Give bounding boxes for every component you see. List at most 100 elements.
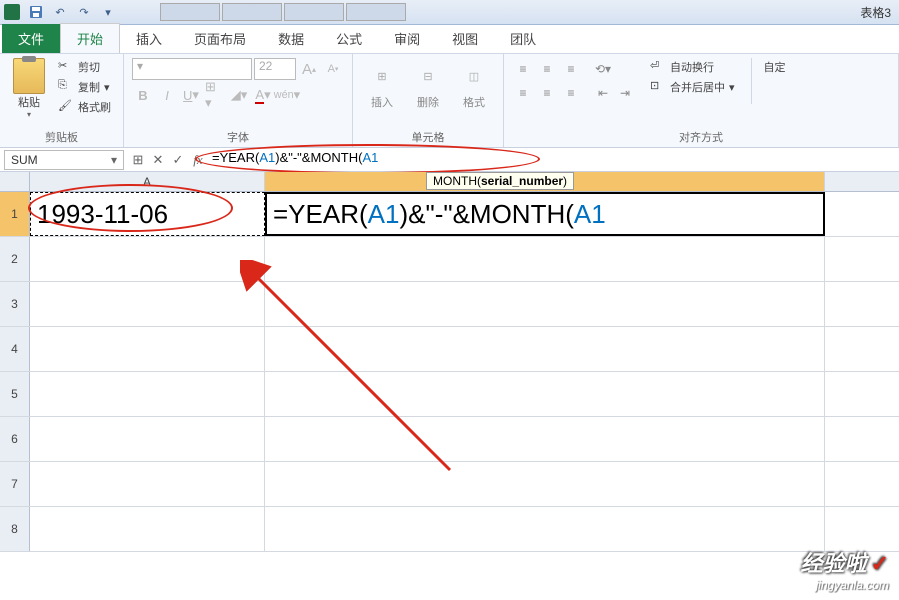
align-center-button[interactable]: ≡ <box>536 82 558 104</box>
align-bottom-button[interactable]: ≡ <box>560 58 582 80</box>
group-cells: ⊞ 插入 ⊟ 删除 ◫ 格式 单元格 <box>353 54 504 147</box>
window-tab[interactable] <box>160 3 220 21</box>
qat-undo-button[interactable]: ↶ <box>50 2 70 22</box>
format-painter-button[interactable]: 🖌 格式刷 <box>54 98 115 116</box>
cell-B4[interactable] <box>265 327 825 371</box>
cell-A8[interactable] <box>30 507 265 551</box>
watermark: 经验啦✓ jingyanla.com <box>801 546 889 592</box>
tab-insert[interactable]: 插入 <box>120 24 178 53</box>
font-size-select[interactable]: 22 <box>254 58 296 80</box>
tab-layout[interactable]: 页面布局 <box>178 24 262 53</box>
row-header-7[interactable]: 7 <box>0 462 30 506</box>
tab-file[interactable]: 文件 <box>2 24 60 53</box>
scissors-icon: ✂ <box>58 59 74 75</box>
orientation-button[interactable]: ⟲▾ <box>592 58 614 80</box>
name-box[interactable]: SUM ▾ <box>4 150 124 170</box>
delete-label: 删除 <box>417 94 439 110</box>
cell-B1[interactable]: =YEAR(A1)&"-"&MONTH(A1 <box>265 192 825 236</box>
row-header-3[interactable]: 3 <box>0 282 30 326</box>
cut-label: 剪切 <box>78 59 100 75</box>
cell-A3[interactable] <box>30 282 265 326</box>
cell-A4[interactable] <box>30 327 265 371</box>
row-header-6[interactable]: 6 <box>0 417 30 461</box>
tab-home[interactable]: 开始 <box>60 23 120 53</box>
font-color-button[interactable]: A ▾ <box>252 84 274 106</box>
wrap-label: 自动换行 <box>670 59 714 75</box>
tab-formula[interactable]: 公式 <box>320 24 378 53</box>
fx-button[interactable]: fx <box>188 150 208 170</box>
cell-B7[interactable] <box>265 462 825 506</box>
custom-button[interactable]: 自定 <box>760 58 790 76</box>
wrap-text-button[interactable]: ⏎ 自动换行 <box>646 58 739 76</box>
cell-B8[interactable] <box>265 507 825 551</box>
insert-icon: ⊞ <box>366 60 398 92</box>
format-cells-button[interactable]: ◫ 格式 <box>453 58 495 112</box>
row-header-2[interactable]: 2 <box>0 237 30 281</box>
row-header-8[interactable]: 8 <box>0 507 30 551</box>
range-button[interactable]: ⊞ <box>128 150 148 170</box>
underline-button[interactable]: U ▾ <box>180 84 202 106</box>
row-header-5[interactable]: 5 <box>0 372 30 416</box>
border-button[interactable]: ⊞ ▾ <box>204 84 226 106</box>
enter-button[interactable]: ✓ <box>168 150 188 170</box>
check-icon: ✓ <box>871 551 889 576</box>
qat-save-button[interactable] <box>26 2 46 22</box>
decrease-font-button[interactable]: A▾ <box>322 58 344 80</box>
cell-A6[interactable] <box>30 417 265 461</box>
title-bar: ↶ ↷ ▾ 表格3 <box>0 0 899 25</box>
brush-icon: 🖌 <box>58 99 74 115</box>
fill-color-button[interactable]: ◢ ▾ <box>228 84 250 106</box>
font-name-select[interactable]: ▾ <box>132 58 252 80</box>
qat-dropdown[interactable]: ▾ <box>98 2 118 22</box>
function-tooltip: MONTH(serial_number) <box>426 172 574 190</box>
window-tab[interactable] <box>284 3 344 21</box>
select-all-corner[interactable] <box>0 172 30 191</box>
align-group-label: 对齐方式 <box>512 129 890 145</box>
cell-B3[interactable] <box>265 282 825 326</box>
formula-input[interactable]: =YEAR(A1)&"-"&MONTH(A1 <box>208 150 899 170</box>
tab-view[interactable]: 视图 <box>436 24 494 53</box>
align-right-button[interactable]: ≡ <box>560 82 582 104</box>
cell-A1[interactable]: 1993-11-06 <box>30 192 265 236</box>
cell-A2[interactable] <box>30 237 265 281</box>
decrease-indent-button[interactable]: ⇤ <box>592 82 614 104</box>
cell-B5[interactable] <box>265 372 825 416</box>
format-painter-label: 格式刷 <box>78 99 111 115</box>
tab-data[interactable]: 数据 <box>262 24 320 53</box>
cell-B2[interactable] <box>265 237 825 281</box>
paste-button[interactable]: 粘贴 ▾ <box>8 58 50 121</box>
row-header-1[interactable]: 1 <box>0 192 30 236</box>
window-tab[interactable] <box>222 3 282 21</box>
copy-button[interactable]: ⎘ 复制 ▾ <box>54 78 115 96</box>
delete-cells-button[interactable]: ⊟ 删除 <box>407 58 449 112</box>
insert-label: 插入 <box>371 94 393 110</box>
column-header-A[interactable]: A <box>30 172 265 191</box>
cancel-button[interactable]: ✕ <box>148 150 168 170</box>
cell-A7[interactable] <box>30 462 265 506</box>
increase-font-button[interactable]: A▴ <box>298 58 320 80</box>
align-top-button[interactable]: ≡ <box>512 58 534 80</box>
italic-button[interactable]: I <box>156 84 178 106</box>
align-middle-button[interactable]: ≡ <box>536 58 558 80</box>
bold-button[interactable]: B <box>132 84 154 106</box>
merge-center-button[interactable]: ⊡ 合并后居中 ▾ <box>646 78 739 96</box>
merge-label: 合并后居中 <box>670 79 725 95</box>
cell-A5[interactable] <box>30 372 265 416</box>
window-tab[interactable] <box>346 3 406 21</box>
formula-bar: SUM ▾ ⊞ ✕ ✓ fx =YEAR(A1)&"-"&MONTH(A1 <box>0 148 899 172</box>
tab-team[interactable]: 团队 <box>494 24 552 53</box>
tab-review[interactable]: 审阅 <box>378 24 436 53</box>
copy-label: 复制 <box>78 79 100 95</box>
phonetic-button[interactable]: wén ▾ <box>276 84 298 106</box>
cell-B6[interactable] <box>265 417 825 461</box>
wrap-icon: ⏎ <box>650 59 666 75</box>
increase-indent-button[interactable]: ⇥ <box>614 82 636 104</box>
row-header-4[interactable]: 4 <box>0 327 30 371</box>
clipboard-group-label: 剪贴板 <box>8 129 115 145</box>
insert-cells-button[interactable]: ⊞ 插入 <box>361 58 403 112</box>
align-left-button[interactable]: ≡ <box>512 82 534 104</box>
ribbon: 粘贴 ▾ ✂ 剪切 ⎘ 复制 ▾ 🖌 格式刷 剪贴板 <box>0 53 899 148</box>
cut-button[interactable]: ✂ 剪切 <box>54 58 115 76</box>
qat-redo-button[interactable]: ↷ <box>74 2 94 22</box>
bucket-icon: ◢ <box>231 87 241 103</box>
